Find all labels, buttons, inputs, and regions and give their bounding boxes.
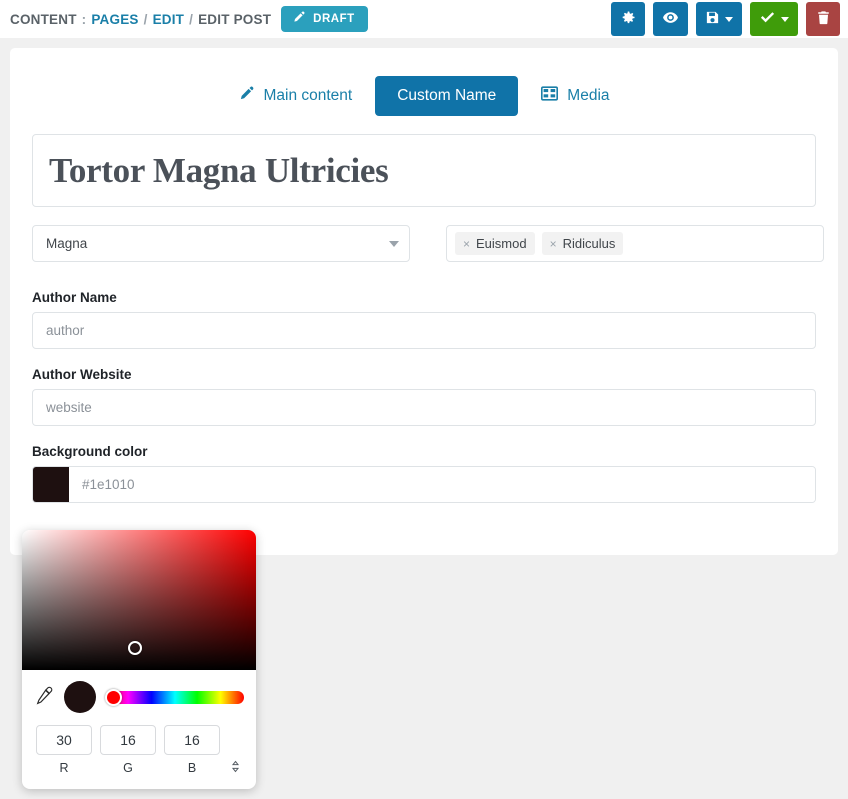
author-name-label: Author Name <box>32 290 816 305</box>
breadcrumb-item-content: CONTENT <box>10 12 77 27</box>
pencil-icon <box>238 86 254 107</box>
category-select[interactable]: Magna <box>32 225 410 262</box>
author-website-input[interactable] <box>32 389 816 426</box>
blue-channel-input[interactable] <box>164 725 220 755</box>
status-badge[interactable]: DRAFT <box>281 6 367 32</box>
category-select-value: Magna <box>46 236 87 251</box>
saturation-value-cursor[interactable] <box>128 641 142 655</box>
author-website-group: Author Website <box>32 367 816 426</box>
page-title: Tortor Magna Ultricies <box>49 151 388 191</box>
color-picker-controls <box>22 670 256 717</box>
blue-channel-label: B <box>164 761 220 775</box>
editor-card: Main content Custom Name Media Tortor Ma… <box>10 48 838 555</box>
color-picker-popover: R G B <box>22 530 256 789</box>
delete-button[interactable] <box>806 2 840 36</box>
tab-media[interactable]: Media <box>526 77 624 115</box>
author-website-label: Author Website <box>32 367 816 382</box>
green-channel-cell <box>100 725 156 755</box>
saturation-value-area[interactable] <box>22 530 256 670</box>
eye-icon <box>662 9 679 29</box>
tab-media-label: Media <box>567 87 609 105</box>
pencil-icon <box>292 11 305 27</box>
tag-label: Ridiculus <box>563 236 616 251</box>
tag-label: Euismod <box>476 236 527 251</box>
green-channel-input[interactable] <box>100 725 156 755</box>
tab-main-content-label: Main content <box>263 87 352 105</box>
background-color-group: Background color <box>32 444 816 503</box>
hue-gradient-bar <box>106 691 244 704</box>
red-channel-cell <box>36 725 92 755</box>
settings-button[interactable] <box>611 2 645 36</box>
eyedropper-icon[interactable] <box>34 686 54 708</box>
tab-custom-name[interactable]: Custom Name <box>375 76 518 116</box>
check-icon <box>759 9 776 29</box>
author-name-group: Author Name <box>32 290 816 349</box>
background-color-field[interactable] <box>32 466 816 503</box>
tag-chip[interactable]: × Ridiculus <box>542 232 624 255</box>
red-channel-label: R <box>36 761 92 775</box>
breadcrumb-item-pages[interactable]: PAGES <box>91 12 138 27</box>
tags-field[interactable]: × Euismod × Ridiculus <box>446 225 824 262</box>
background-color-label: Background color <box>32 444 816 459</box>
color-format-toggle-icon[interactable] <box>228 760 242 776</box>
hue-slider-handle[interactable] <box>105 689 122 706</box>
color-preview-swatch <box>64 681 96 713</box>
grid-icon <box>541 86 558 106</box>
tab-custom-name-label: Custom Name <box>397 87 496 105</box>
breadcrumb-separator: / <box>144 12 148 27</box>
publish-button[interactable] <box>750 2 798 36</box>
preview-button[interactable] <box>653 2 688 36</box>
app-header: CONTENT : PAGES / EDIT / EDIT POST DRAFT <box>0 0 848 38</box>
breadcrumb-item-edit-post: EDIT POST <box>198 12 271 27</box>
rgb-labels-row: R G B <box>22 755 256 789</box>
chevron-down-icon <box>389 241 399 247</box>
rgb-inputs-row <box>22 717 256 755</box>
breadcrumb-separator: / <box>189 12 193 27</box>
tab-main-content[interactable]: Main content <box>223 77 367 116</box>
chevron-down-icon <box>725 17 733 22</box>
editor-tabs: Main content Custom Name Media <box>10 48 838 116</box>
gear-icon <box>621 10 636 28</box>
green-channel-label: G <box>100 761 156 775</box>
author-name-input[interactable] <box>32 312 816 349</box>
red-channel-input[interactable] <box>36 725 92 755</box>
status-badge-label: DRAFT <box>313 13 354 25</box>
breadcrumb-item-edit[interactable]: EDIT <box>153 12 185 27</box>
meta-row: Magna × Euismod × Ridiculus <box>32 225 816 262</box>
header-toolbar <box>611 2 840 36</box>
background-color-input[interactable] <box>69 467 815 502</box>
floppy-disk-icon <box>705 10 720 28</box>
editor-form: Tortor Magna Ultricies Magna × Euismod ×… <box>10 116 838 503</box>
save-button[interactable] <box>696 2 742 36</box>
close-icon[interactable]: × <box>550 237 557 251</box>
trash-icon <box>816 10 831 28</box>
chevron-down-icon <box>781 17 789 22</box>
post-title-field[interactable]: Tortor Magna Ultricies <box>32 134 816 207</box>
breadcrumb: CONTENT : PAGES / EDIT / EDIT POST <box>10 12 271 27</box>
close-icon[interactable]: × <box>463 237 470 251</box>
breadcrumb-separator: : <box>82 12 87 27</box>
hue-slider[interactable] <box>106 691 244 704</box>
color-swatch[interactable] <box>33 467 69 502</box>
tag-chip[interactable]: × Euismod <box>455 232 535 255</box>
blue-channel-cell <box>164 725 220 755</box>
